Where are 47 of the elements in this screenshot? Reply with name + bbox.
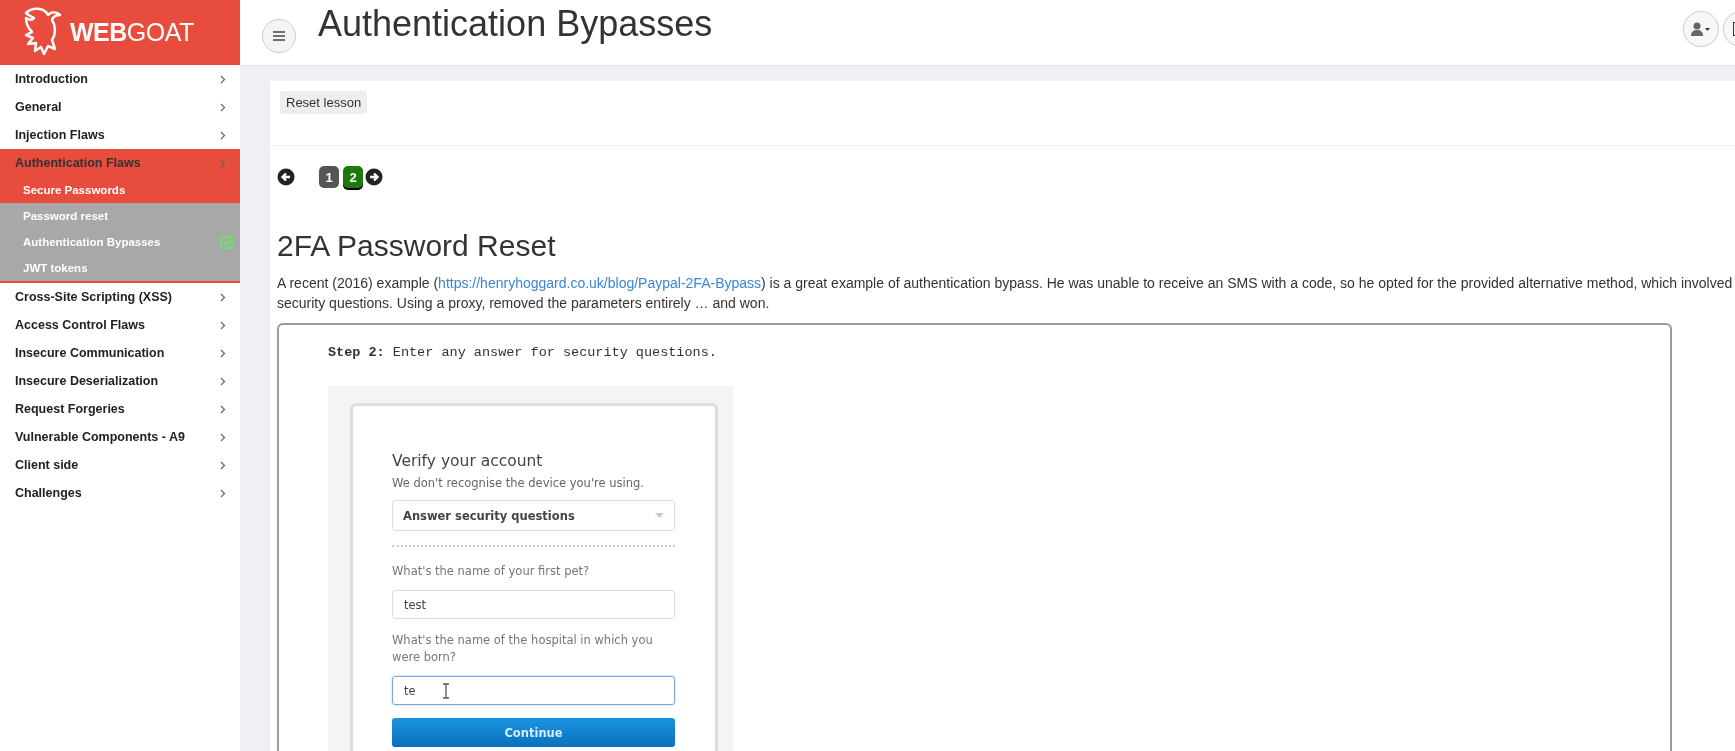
chevron-icon: [220, 488, 226, 498]
question-label: What's the name of the hospital in which you were born?: [392, 632, 654, 666]
chevron-icon: [220, 376, 226, 386]
sidebar-item[interactable]: Insecure Communication: [0, 339, 240, 367]
brand-name: WEBGOAT: [70, 18, 194, 47]
chevron-icon: [220, 320, 226, 330]
user-menu-button[interactable]: [1683, 10, 1719, 47]
chevron-icon: [220, 74, 226, 84]
answer-field[interactable]: test: [392, 590, 675, 619]
article-link[interactable]: https://henryhoggard.co.uk/blog/Paypal-2FA-Bypass: [438, 275, 762, 291]
sidebar-item[interactable]: Challenges: [0, 479, 240, 507]
question-label: What's the name of your first pet?: [392, 563, 591, 580]
sidebar-item[interactable]: Access Control Flaws: [0, 311, 240, 339]
menu-icon: [273, 30, 285, 41]
sidebar-item[interactable]: General: [0, 93, 240, 121]
chevron-icon: [220, 102, 226, 112]
chevron-icon: [220, 432, 226, 442]
chevron-icon: [220, 460, 226, 470]
sidebar-item[interactable]: Insecure Deserialization: [0, 367, 240, 395]
intro-paragraph: A recent (2016) example (https://henryhoggard.co.uk/blog/Paypal-2FA-Bypass) is a great example of authentication bypass. He was unable to receive an SMS with a code, so he opted for the provided alternative method, which involved security questions. Using a proxy, removed the parameters entirely … and won.: [277, 274, 1734, 313]
sidebar-item[interactable]: Vulnerable Components - A9: [0, 423, 240, 451]
chevron-icon: [220, 130, 226, 140]
reset-lesson-button[interactable]: Reset lesson: [280, 91, 368, 114]
method-dropdown[interactable]: Answer security questions: [392, 500, 675, 531]
form-title: Verify your account: [392, 452, 544, 470]
user-icon: [1691, 21, 1711, 36]
page-button[interactable]: 1: [319, 166, 339, 188]
menu-button[interactable]: [262, 18, 296, 53]
section-heading: 2FA Password Reset: [277, 229, 557, 263]
text-cursor-icon: [443, 683, 449, 699]
sidebar-subitem[interactable]: Secure Passwords: [0, 177, 240, 203]
sidebar-item[interactable]: Injection Flaws: [0, 121, 240, 149]
sidebar-item[interactable]: Introduction: [0, 65, 240, 93]
page-title: Authentication Bypasses: [318, 2, 714, 45]
form-subtitle: We don't recognise the device you're using.: [392, 476, 645, 490]
chevron-icon: [220, 404, 226, 414]
dropdown-caret-icon: [655, 513, 664, 518]
chevron-icon: [220, 158, 226, 168]
chevron-icon: [220, 292, 226, 302]
checkmark-icon: [220, 235, 234, 249]
sidebar-item[interactable]: Request Forgeries: [0, 395, 240, 423]
page-button[interactable]: 2: [343, 166, 363, 188]
answer-field[interactable]: te: [392, 676, 675, 705]
chevron-icon: [220, 348, 226, 358]
sidebar-item[interactable]: Cross-Site Scripting (XSS): [0, 283, 240, 311]
step-instruction: Step 2: Enter any answer for security questions.: [328, 345, 718, 360]
sidebar-item[interactable]: Client side: [0, 451, 240, 479]
